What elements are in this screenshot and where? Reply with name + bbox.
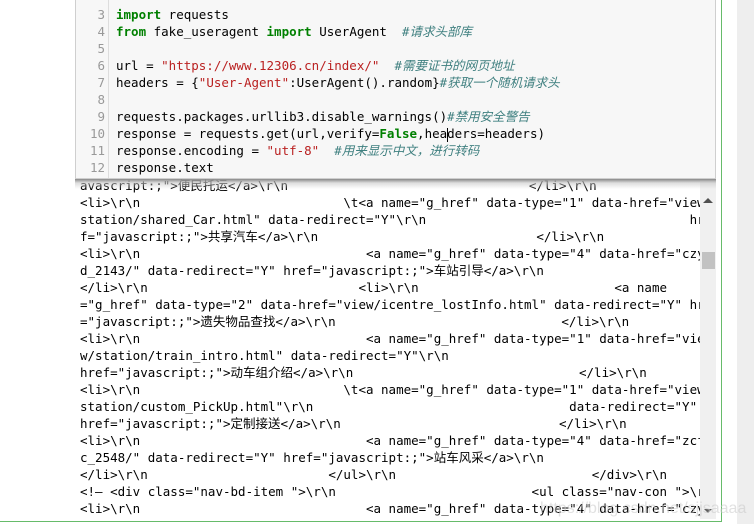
code-token: ,hea (417, 126, 448, 141)
input-shadow (75, 179, 716, 189)
code-line[interactable]: 3 import requests (76, 6, 716, 23)
line-number: 12 (89, 160, 105, 175)
code-text[interactable]: import requests (116, 6, 229, 23)
code-line[interactable]: 7 headers = {"User-Agent":UserAgent().ran… (76, 74, 716, 91)
code-token: UserAgent (311, 24, 402, 39)
line-number: 4 (97, 24, 105, 39)
output-line: </li>\r\n <li>\r\n <a name (80, 280, 667, 295)
comment-token: #获取一个随机请求头 (439, 75, 560, 90)
output-line: <li>\r\n <a name="g_href" data-type="4" … (80, 246, 700, 261)
code-line[interactable]: 4 from fake_useragent import UserAgent #请… (76, 23, 716, 40)
keyword-token: from (116, 24, 147, 39)
selected-cell-border-bottom (0, 521, 722, 522)
code-line[interactable]: 5 (76, 40, 716, 57)
code-text[interactable]: response.text (116, 159, 214, 176)
line-number: 5 (97, 41, 105, 56)
code-text[interactable]: url = "https://www.12306.cn/index/" #需要证… (116, 57, 515, 74)
scroll-thumb[interactable] (702, 252, 715, 269)
line-number: 10 (89, 126, 105, 141)
code-line[interactable]: 6 url = "https://www.12306.cn/index/" #需要… (76, 57, 716, 74)
keyword-token: import (266, 24, 312, 39)
keyword-token: False (379, 126, 418, 141)
code-text[interactable]: response = requests.get(url,verify=False… (116, 125, 545, 142)
code-token: :UserAgent().random} (289, 75, 440, 90)
output-scrollbar[interactable] (700, 182, 716, 519)
output-line: w/station/train_intro.html" data-redirec… (80, 348, 449, 363)
line-number: 8 (97, 92, 105, 107)
output-line: <!— <div class="nav-bd-item ">\r\n <ul c… (80, 484, 700, 499)
comment-token: #用来显示中文，进行转码 (334, 143, 480, 158)
output-line: station/shared_Car.html" data-redirect="… (80, 212, 700, 227)
code-line[interactable]: 11 response.encoding = "utf-8" #用来显示中文，进行… (76, 142, 716, 159)
code-token: fake_useragent (146, 24, 267, 39)
cell-output-area: avascript:;">便民托运</a>\r\n </li>\r\n<li>\… (75, 175, 700, 519)
string-token: "User-Agent" (198, 75, 290, 90)
line-number: 6 (97, 58, 105, 73)
output-line: ="g_href" data-type="2" data-href="view/… (80, 297, 700, 312)
output-line: <li>\r\n <a name="g_href" data-type="1" … (80, 331, 700, 346)
page-side-margin (737, 0, 754, 524)
comment-token: #需要证书的网页地址 (394, 58, 515, 73)
output-line: <li>\r\n \t<a name="g_href" data-type="1… (80, 382, 700, 397)
output-line: f="javascript:;">共享汽车</a>\r\n </li>\r\n (80, 229, 605, 244)
code-token: headers = { (116, 75, 199, 90)
line-number: 9 (97, 109, 105, 124)
output-line: </li>\r\n </ul>\r\n </div>\r\n (80, 467, 667, 482)
keyword-token: import (116, 7, 162, 22)
output-line: <li>\r\n \t<a name="g_href" data-type="1… (80, 195, 700, 210)
code-token: requests (161, 7, 229, 22)
output-line: <li>\r\n <a name="g_href" data-type="4" … (80, 433, 700, 448)
code-line[interactable]: 10 response = requests.get(url,verify=Fal… (76, 125, 716, 142)
scroll-up-arrow-icon[interactable] (703, 198, 713, 203)
output-line: ="javascript:;">遗失物品查找</a>\r\n </li>\r\n (80, 314, 630, 329)
code-line[interactable]: 12 response.text (76, 159, 716, 176)
code-token: url = (116, 58, 162, 73)
code-cell-input[interactable]: 3 import requests 4 from fake_useragent imp… (75, 0, 716, 179)
code-text[interactable]: from fake_useragent import UserAgent #请求… (116, 23, 472, 40)
selected-cell-border-right (721, 0, 722, 521)
output-line: c_2548/" data-redirect="Y" href="javascr… (80, 450, 544, 465)
code-line[interactable]: 9 requests.packages.urllib3.disable_warni… (76, 108, 716, 125)
string-token: "https://www.12306.cn/index/" (161, 58, 380, 73)
watermark: https://blog.csdn.net/sjjsaaaa (540, 500, 747, 517)
code-token: response = requests.get(url,verify= (116, 126, 380, 141)
output-line: href="javascript:;">定制接送</a>\r\n </li>\r… (80, 416, 627, 431)
code-token: response.encoding = (116, 143, 267, 158)
code-text[interactable]: response.encoding = "utf-8" #用来显示中文，进行转码 (116, 142, 479, 159)
line-number: 7 (97, 75, 105, 90)
comment-token: #请求头部库 (402, 24, 473, 39)
output-line: d_2143/" data-redirect="Y" href="javascr… (80, 263, 544, 278)
code-text[interactable]: headers = {"User-Agent":UserAgent().rand… (116, 74, 560, 91)
line-number: 3 (97, 7, 105, 22)
output-line: href="javascript:;">动车组介绍</a>\r\n </li>\… (80, 365, 647, 380)
comment-token: #禁用安全警告 (447, 109, 530, 124)
code-token: response.text (116, 160, 214, 175)
code-token: ders=headers) (447, 126, 545, 141)
code-line[interactable]: 8 (76, 91, 716, 108)
output-line: station/custom_PickUp.html"\r\n data-red… (80, 399, 698, 414)
string-token: "utf-8" (266, 143, 320, 158)
line-number: 11 (89, 143, 105, 158)
code-text[interactable]: requests.packages.urllib3.disable_warnin… (116, 108, 530, 125)
code-token: requests.packages.urllib3.disable_warnin… (116, 109, 448, 124)
notebook-page: 3 import requests 4 from fake_useragent imp… (0, 0, 754, 524)
